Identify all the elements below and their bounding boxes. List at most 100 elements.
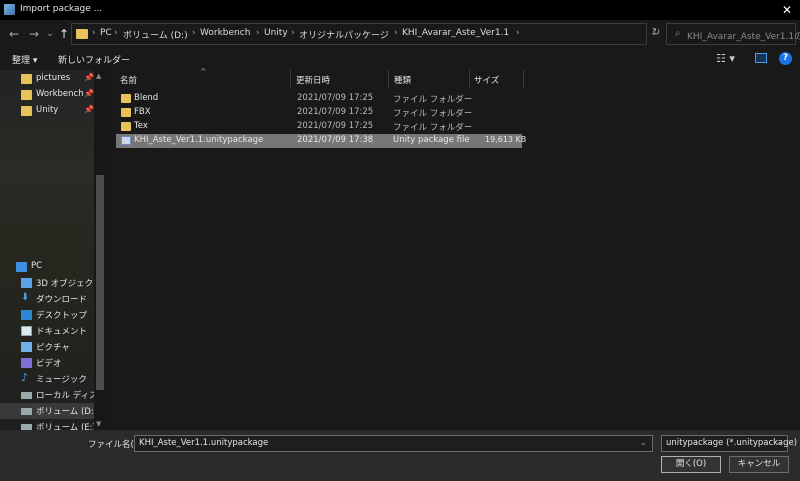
pin-icon: 📌 — [84, 73, 94, 82]
pin-icon: 📌 — [84, 105, 94, 114]
unity-package-icon — [121, 136, 131, 145]
column-header-type[interactable]: 種類 — [394, 72, 411, 90]
folder-icon — [76, 29, 88, 39]
breadcrumb-current-folder[interactable]: KHI_Avarar_Aste_Ver1.1 — [402, 28, 509, 38]
sidebar-item-desktop[interactable]: デスクトップ — [0, 307, 94, 323]
up-button[interactable]: ↑ — [56, 26, 72, 42]
chevron-down-icon[interactable]: ⌄ — [776, 438, 783, 447]
sidebar-item-3d-objects[interactable]: 3D オブジェクト — [0, 275, 102, 291]
file-list[interactable]: ^ 名前 更新日時 種類 サイズ Blend 2021/07/09 17:25 … — [108, 67, 800, 430]
cube-icon — [21, 278, 32, 288]
sidebar-item-label: Workbench — [36, 89, 84, 99]
folder-icon — [121, 122, 131, 131]
breadcrumb-volume-d[interactable]: ボリューム (D:) — [123, 28, 188, 41]
sidebar-item-label: Unity — [36, 105, 59, 115]
scroll-up-icon[interactable]: ▲ — [96, 72, 101, 80]
breadcrumb-separator: › — [394, 28, 398, 38]
sidebar-item-pictures-library[interactable]: ピクチャ — [0, 339, 94, 355]
new-folder-button[interactable]: 新しいフォルダー — [58, 53, 130, 66]
file-row-blend[interactable]: Blend 2021/07/09 17:25 ファイル フォルダー — [116, 92, 522, 106]
file-row-fbx[interactable]: FBX 2021/07/09 17:25 ファイル フォルダー — [116, 106, 522, 120]
sidebar-item-downloads[interactable]: ⬇ ダウンロード — [0, 291, 94, 307]
folder-icon — [121, 108, 131, 117]
file-row-unitypackage[interactable]: KHI_Aste_Ver1.1.unitypackage 2021/07/09 … — [116, 134, 526, 148]
filename-field[interactable]: KHI_Aste_Ver1.1.unitypackage ⌄ — [134, 435, 653, 452]
sidebar-item-pictures[interactable]: pictures 📌 — [0, 71, 94, 87]
help-button[interactable]: ? — [779, 52, 792, 65]
open-button[interactable]: 開く(O) — [661, 456, 721, 473]
column-divider[interactable] — [469, 70, 470, 88]
sidebar-item-label: ミュージック — [36, 375, 87, 385]
sidebar-scrollbar[interactable]: ▲ ▼ — [94, 70, 106, 430]
sidebar-item-label: pictures — [36, 73, 71, 83]
filetype-select[interactable]: unitypackage (*.unitypackage) ⌄ — [661, 435, 797, 452]
cancel-button[interactable]: キャンセル — [729, 456, 789, 473]
navigation-pane[interactable]: pictures 📌 Workbench 📌 Unity 📌 PC 3D オブジ… — [0, 70, 118, 430]
sidebar-item-label: ドキュメント — [36, 327, 88, 337]
filename-value: KHI_Aste_Ver1.1.unitypackage — [139, 438, 269, 448]
file-name: Blend — [134, 93, 159, 103]
column-header-size[interactable]: サイズ — [474, 72, 499, 90]
drive-icon — [21, 392, 32, 399]
column-divider[interactable] — [290, 70, 291, 88]
sidebar-item-volume-d[interactable]: ボリューム (D:) — [0, 403, 97, 419]
download-icon: ⬇ — [21, 292, 30, 303]
breadcrumb-unity[interactable]: Unity — [264, 28, 288, 38]
address-bar[interactable]: › PC › ボリューム (D:) › Workbench › Unity › … — [71, 23, 658, 45]
file-size: 19,613 KB — [485, 135, 527, 144]
sidebar-item-label: PC — [31, 261, 43, 271]
column-divider[interactable] — [388, 70, 389, 88]
file-modified: 2021/07/09 17:25 — [297, 121, 374, 131]
folder-icon — [21, 74, 32, 84]
chevron-down-icon[interactable]: ⌄ — [640, 438, 647, 447]
back-button[interactable]: ← — [6, 26, 22, 42]
video-icon — [21, 358, 32, 368]
sidebar-item-label: ダウンロード — [36, 295, 88, 305]
scroll-down-icon[interactable]: ▼ — [96, 420, 101, 428]
breadcrumb-separator: › — [291, 28, 295, 38]
sidebar-item-documents[interactable]: ドキュメント — [0, 323, 94, 339]
breadcrumb-separator: › — [92, 28, 96, 38]
scrollbar-thumb[interactable] — [96, 175, 104, 390]
breadcrumb-separator: › — [256, 28, 260, 38]
file-type: ファイル フォルダー — [393, 95, 473, 105]
folder-icon — [21, 106, 32, 116]
close-button[interactable]: ✕ — [778, 2, 796, 18]
column-header-modified[interactable]: 更新日時 — [296, 72, 330, 90]
sidebar-item-videos[interactable]: ビデオ — [0, 355, 94, 371]
search-input[interactable]: ⌕ KHI_Avarar_Aste_Ver1.1の検索 — [666, 23, 800, 45]
sidebar-item-label: ボリューム (E:) — [36, 423, 94, 430]
breadcrumb-pc[interactable]: PC — [100, 28, 112, 38]
organize-button[interactable]: 整理 ▾ — [12, 53, 37, 66]
file-modified: 2021/07/09 17:38 — [297, 135, 374, 145]
sidebar-item-pc[interactable]: PC — [0, 259, 94, 275]
sidebar-item-label: 3D オブジェクト — [36, 279, 102, 289]
file-row-tex[interactable]: Tex 2021/07/09 17:25 ファイル フォルダー — [116, 120, 522, 134]
navigation-bar: ← → ⌄ ↑ › PC › ボリューム (D:) › Workbench › … — [0, 20, 800, 48]
sidebar-item-volume-e[interactable]: ボリューム (E:) — [0, 419, 94, 430]
breadcrumb-original-packages[interactable]: オリジナルパッケージ — [299, 28, 389, 41]
computer-icon — [16, 262, 27, 272]
app-icon — [4, 4, 15, 15]
column-divider[interactable] — [523, 70, 524, 88]
file-modified: 2021/07/09 17:25 — [297, 93, 374, 103]
breadcrumb-separator: › — [192, 28, 196, 38]
dialog-footer: ファイル名(N): KHI_Aste_Ver1.1.unitypackage ⌄… — [0, 430, 800, 481]
preview-pane-icon[interactable] — [755, 53, 767, 63]
folder-icon — [121, 94, 131, 103]
view-options-icon[interactable]: ☷ ▾ — [716, 52, 735, 65]
column-header-name[interactable]: 名前 — [120, 72, 137, 90]
sidebar-item-local-disk-c[interactable]: ローカル ディスク (C — [0, 387, 118, 403]
refresh-button[interactable]: ↻ — [652, 27, 660, 38]
sidebar-item-unity[interactable]: Unity 📌 — [0, 103, 94, 119]
file-type: ファイル フォルダー — [393, 123, 473, 133]
forward-button[interactable]: → — [26, 26, 42, 42]
sidebar-item-music[interactable]: ♪ ミュージック — [0, 371, 94, 387]
breadcrumb-workbench[interactable]: Workbench — [200, 28, 250, 38]
file-name: Tex — [134, 121, 148, 131]
desktop-icon — [21, 310, 32, 320]
breadcrumb-separator: › — [114, 28, 118, 38]
sidebar-item-label: デスクトップ — [36, 311, 88, 321]
sidebar-item-label: ビデオ — [36, 359, 62, 369]
sidebar-item-workbench[interactable]: Workbench 📌 — [0, 87, 94, 103]
